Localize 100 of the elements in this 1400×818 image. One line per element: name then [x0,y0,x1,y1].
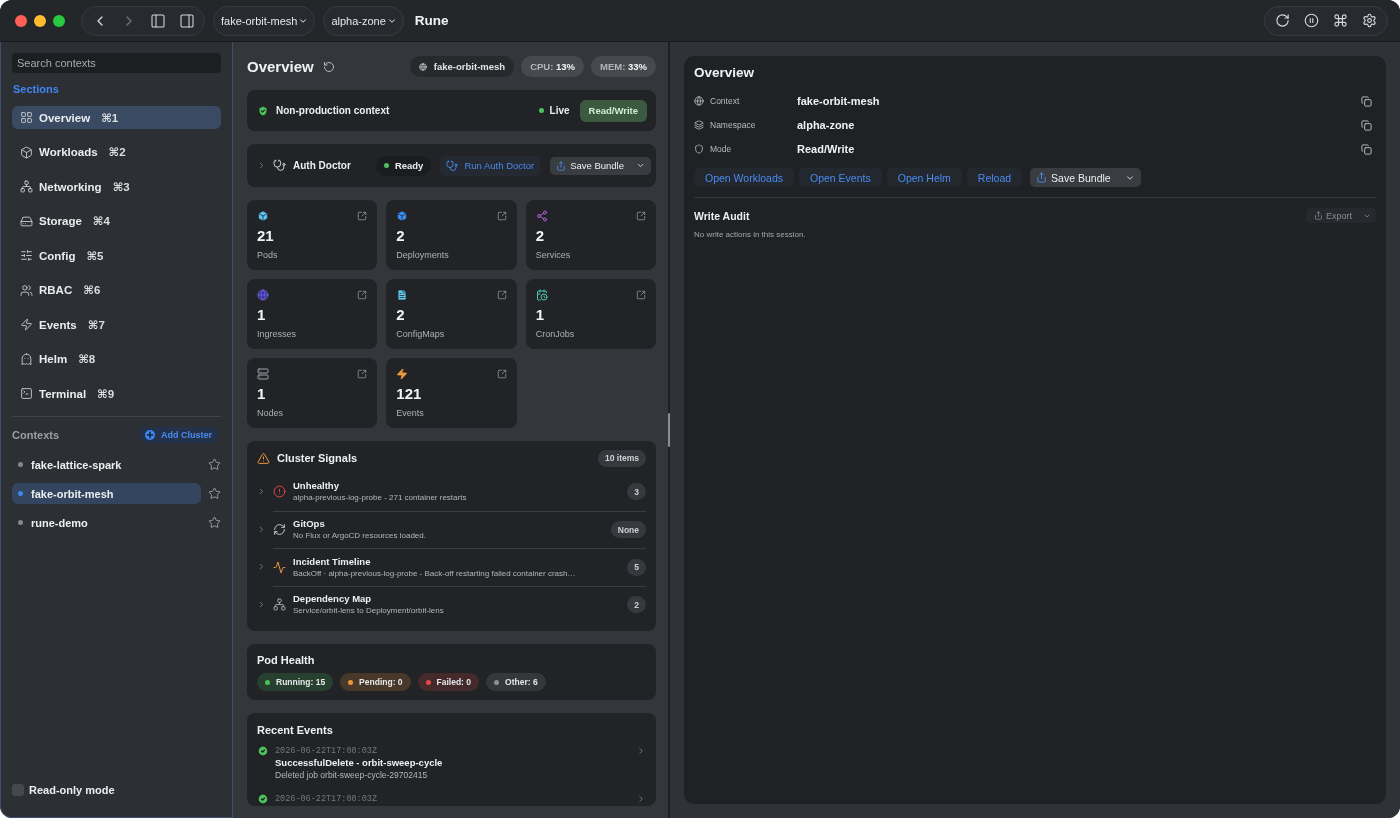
field-value: Read/Write [797,143,855,155]
resource-card[interactable]: 1 Nodes [247,358,378,428]
open-link-icon[interactable] [357,369,368,379]
cube-icon [257,210,269,222]
resource-label: Nodes [257,407,284,419]
open-link-icon[interactable] [357,290,368,300]
sidebar-item[interactable]: Workloads ⌘2 [12,140,221,164]
users-icon [20,283,33,297]
refresh-icon[interactable] [322,60,335,73]
sidebar-item[interactable]: Terminal ⌘9 [12,382,221,405]
save-bundle-button[interactable]: Save Bundle [1030,168,1141,187]
resource-card[interactable]: 2 Services [525,200,656,270]
minimize-button[interactable] [34,14,46,27]
sidebar-item[interactable]: RBAC ⌘6 [12,278,221,302]
status-dot [383,163,389,168]
signal-count: 2 [627,596,646,614]
context-picker[interactable]: fake-orbit-mesh [213,5,316,36]
resource-card[interactable]: 2 Deployments [386,200,517,270]
signal-detail: BackOff · alpha-previous-log-probe - Back-off restarting failed container crash… [293,567,577,580]
resource-label: CronJobs [535,328,576,340]
resource-card[interactable]: 2 ConfigMaps [386,279,517,349]
sidebar-item[interactable]: Helm ⌘8 [12,347,221,371]
lightning-icon [396,368,409,380]
resource-card[interactable]: 21 Pods [247,200,378,270]
resource-label: Deployments [396,249,450,261]
star-icon[interactable] [208,458,221,471]
action-button[interactable]: Open Workloads [694,168,794,187]
expand-chevron-icon[interactable] [257,487,266,497]
expand-chevron-icon[interactable] [257,161,266,170]
expand-chevron-icon[interactable] [257,599,266,609]
resource-label: Ingresses [257,328,298,340]
copy-icon[interactable] [1361,143,1372,155]
open-link-icon[interactable] [636,290,646,300]
chevron-down-icon [636,161,645,170]
resource-card[interactable]: 1 Ingresses [247,279,378,349]
expand-chevron-icon[interactable] [257,524,266,534]
sidebar-item[interactable]: Config ⌘5 [12,244,221,267]
globe-icon [418,62,427,71]
connected-nodes-icon [535,210,548,222]
share-icon [1314,211,1323,220]
document-icon [396,289,409,301]
copy-icon[interactable] [1361,95,1372,107]
signal-count: None [610,521,646,539]
checkbox[interactable] [12,784,24,796]
search-field[interactable]: Search contexts [12,53,221,73]
signal-detail: Service/orbit-lens to Deployment/orbit-lens [293,605,445,618]
layers-icon [694,120,704,130]
action-button[interactable]: Open Helm [886,168,962,187]
close-button[interactable] [15,14,27,27]
resource-count: 21 [257,227,275,245]
cube-icon [20,145,33,159]
plus-circle-icon [145,430,155,440]
sidebar-item[interactable]: Overview ⌘1 [12,106,221,129]
check-circle-icon [257,745,269,757]
resource-card[interactable]: 121 Events [386,358,517,428]
read-write-button[interactable]: Read/Write [579,99,647,122]
chevron-right-icon[interactable] [636,746,646,756]
context-item[interactable]: fake-lattice-spark [12,454,201,475]
save-bundle-button[interactable]: Save Bundle [550,156,651,175]
pod-phase-count: Pending: 0 [359,677,403,687]
star-icon[interactable] [208,487,221,500]
star-icon[interactable] [208,516,221,529]
sidebar-item[interactable]: Storage ⌘4 [12,209,221,233]
sidebar-left-icon [149,12,166,29]
open-link-icon[interactable] [496,211,507,221]
namespace-picker[interactable]: alpha-zone [323,5,404,36]
expand-chevron-icon[interactable] [257,562,266,572]
resource-count: 2 [396,227,406,245]
ghost-icon [20,352,33,366]
open-link-icon[interactable] [496,369,507,379]
panel-title: Recent Events [257,723,334,737]
action-button[interactable]: Open Events [799,168,882,187]
auth-doctor-title: Auth Doctor [293,160,351,171]
resource-card[interactable]: 1 CronJobs [525,279,656,349]
open-link-icon[interactable] [357,211,368,221]
context-item[interactable]: fake-orbit-mesh [12,483,201,504]
shield-check-icon [257,104,269,117]
resize-handle[interactable] [668,413,670,447]
resource-count: 1 [257,385,267,403]
run-auth-doctor-button[interactable]: Run Auth Doctor [440,155,541,176]
open-link-icon[interactable] [496,290,507,300]
calendar-clock-icon [535,289,548,301]
open-link-icon[interactable] [636,211,646,221]
globe-icon [257,289,269,301]
live-status: Live [549,105,570,116]
add-cluster-button[interactable]: Add Cluster [139,427,219,443]
sidebar-item[interactable]: Events ⌘7 [12,313,221,336]
sidebar-item[interactable]: Networking ⌘3 [12,175,221,198]
network-icon [273,598,286,612]
event-time: 2026-06-22T17:00:03Z [275,793,379,805]
chevron-right-icon[interactable] [636,794,646,804]
status-dot [18,462,23,467]
context-item[interactable]: rune-demo [12,512,201,533]
checkbox-label: Read-only mode [29,784,115,796]
copy-icon[interactable] [1361,119,1372,131]
section-heading: Sections [13,83,60,96]
zoom-button[interactable] [53,14,65,27]
action-button[interactable]: Reload [966,168,1023,187]
field-label: Mode [710,144,733,154]
alert-circle-icon [273,485,286,499]
